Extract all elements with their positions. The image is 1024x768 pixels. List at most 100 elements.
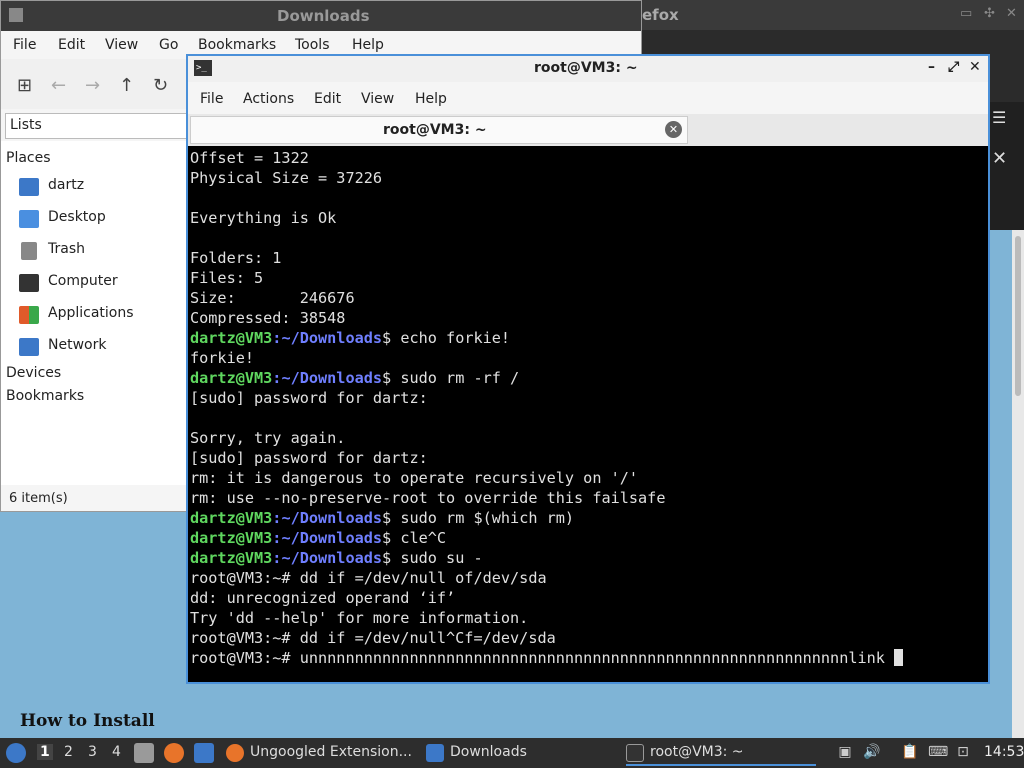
tab-terminal[interactable]: root@VM3: ~ ✕ (190, 116, 688, 144)
close-icon[interactable]: ✕ (1006, 6, 1017, 21)
task-downloads[interactable]: Downloads (426, 740, 616, 766)
output-text: Sorry, try again. (190, 429, 346, 447)
screenshot-icon[interactable]: ▣ (836, 744, 854, 762)
output-text: forkie! (190, 349, 255, 367)
task-label: Downloads (450, 744, 527, 760)
sidebar-item-label: dartz (48, 177, 85, 193)
sidebar-item-applications[interactable]: Applications (19, 304, 189, 328)
task-label: root@VM3: ~ (650, 744, 744, 760)
menu-view[interactable]: View (105, 37, 138, 53)
menu-tools[interactable]: Tools (295, 37, 330, 53)
workspace-1[interactable]: 1 (37, 744, 53, 760)
terminal-line: Folders: 1 (190, 248, 903, 268)
desktop-launcher-icon[interactable] (194, 743, 214, 763)
firefox-titlebar[interactable]: ▭ ✣ ✕ efox ▭ ✣ ✕ (580, 0, 1024, 30)
prompt-user: dartz@VM3 (190, 369, 273, 387)
tab-label: root@VM3: ~ (383, 122, 487, 138)
close-icon[interactable]: ✕ (969, 59, 981, 75)
minimize-icon[interactable]: ▭ (960, 6, 972, 21)
workspace-3[interactable]: 3 (88, 744, 97, 760)
task-firefox[interactable]: Ungoogled Extension... (226, 740, 416, 766)
file-manager-sidebar: Places dartz Desktop Trash Computer Appl… (1, 141, 191, 485)
terminal-line (190, 228, 903, 248)
sidebar-item-home[interactable]: dartz (19, 176, 189, 200)
menu-view[interactable]: View (361, 91, 394, 107)
terminal-window[interactable]: >_ root@VM3: ~ – ⤢ ✕ File Actions Edit V… (186, 54, 990, 684)
prompt-user: dartz@VM3 (190, 509, 273, 527)
prompt-symbol: $ (382, 329, 392, 347)
menu-file[interactable]: File (200, 91, 223, 107)
menu-file[interactable]: File (13, 37, 36, 53)
task-terminal[interactable]: root@VM3: ~ (626, 740, 816, 766)
clock[interactable]: 14:53 (984, 744, 1024, 760)
file-manager-launcher-icon[interactable] (134, 743, 154, 763)
output-text: rm: use --no-preserve-root to override t… (190, 489, 666, 507)
menu-go[interactable]: Go (159, 37, 178, 53)
menu-edit[interactable]: Edit (58, 37, 85, 53)
sidebar-item-desktop[interactable]: Desktop (19, 208, 189, 232)
menu-bookmarks[interactable]: Bookmarks (198, 37, 276, 53)
sidebar-item-computer[interactable]: Computer (19, 272, 189, 296)
scrollbar-thumb[interactable] (1015, 236, 1021, 396)
terminal-line: forkie! (190, 348, 903, 368)
network-status-icon[interactable]: ⊡ (954, 744, 972, 762)
file-manager-title: Downloads (277, 7, 370, 25)
terminal-line (190, 188, 903, 208)
output-text: Files: 5 (190, 269, 264, 287)
menu-help[interactable]: Help (352, 37, 384, 53)
forward-icon[interactable]: → (85, 75, 100, 96)
new-tab-icon[interactable]: ⊞ (17, 75, 32, 96)
prompt-symbol: $ (382, 369, 392, 387)
output-text: root@VM3:~# dd if =/dev/null^Cf=/dev/sda (190, 629, 556, 647)
output-text: Compressed: 38548 (190, 309, 346, 327)
output-text: [sudo] password for dartz: (190, 449, 428, 467)
start-menu-icon[interactable] (6, 743, 26, 763)
terminal-line: dartz@VM3:~/Downloads$ echo forkie! (190, 328, 903, 348)
maximize-icon[interactable]: ⤢ (948, 59, 959, 75)
sidebar-item-label: Trash (48, 241, 85, 257)
menu-help[interactable]: Help (415, 91, 447, 107)
hamburger-icon[interactable]: ☰ (992, 108, 1006, 127)
terminal-titlebar[interactable]: >_ root@VM3: ~ – ⤢ ✕ (188, 56, 988, 82)
firefox-launcher-icon[interactable] (164, 743, 184, 763)
command-text: cle^C (391, 529, 447, 547)
terminal-line: dartz@VM3:~/Downloads$ cle^C (190, 528, 903, 548)
terminal-icon: >_ (194, 60, 212, 76)
menu-actions[interactable]: Actions (243, 91, 294, 107)
minimize-icon[interactable]: – (928, 59, 935, 75)
terminal-output[interactable]: Offset = 1322 Physical Size = 37226 Every… (190, 148, 986, 682)
terminal-line: [sudo] password for dartz: (190, 448, 903, 468)
output-text: Everything is Ok (190, 209, 337, 227)
workspace-4[interactable]: 4 (112, 744, 121, 760)
back-icon[interactable]: ← (51, 75, 66, 96)
close-tab-icon[interactable]: ✕ (665, 121, 682, 138)
bookmarks-heading[interactable]: Bookmarks (6, 388, 84, 404)
keyboard-icon[interactable]: ⌨ (928, 744, 948, 762)
output-text: [sudo] password for dartz: (190, 389, 428, 407)
command-text: sudo rm $(which rm) (391, 509, 575, 527)
terminal-title: root@VM3: ~ (534, 60, 638, 76)
output-text: Size: 246676 (190, 289, 355, 307)
clipboard-icon[interactable]: 📋 (901, 744, 919, 762)
reload-icon[interactable]: ↻ (153, 75, 168, 96)
volume-icon[interactable]: 🔊 (863, 744, 881, 762)
prompt-user: dartz@VM3 (190, 529, 273, 547)
file-manager-titlebar[interactable]: Downloads (1, 1, 641, 31)
places-heading[interactable]: Places (6, 150, 51, 166)
web-page-heading: How to Install (20, 711, 155, 731)
terminal-icon (626, 744, 644, 762)
maximize-icon[interactable]: ✣ (984, 6, 995, 21)
sidebar-item-trash[interactable]: Trash (19, 240, 189, 264)
devices-heading[interactable]: Devices (6, 365, 61, 381)
terminal-menubar: File Actions Edit View Help (188, 82, 988, 114)
terminal-line: root@VM3:~# dd if =/dev/null^Cf=/dev/sda (190, 628, 903, 648)
menu-edit[interactable]: Edit (314, 91, 341, 107)
sidebar-item-network[interactable]: Network (19, 336, 189, 360)
side-pane-selector[interactable]: Lists (5, 113, 189, 139)
up-icon[interactable]: ↑ (119, 75, 134, 96)
taskbar: 1 2 3 4 Ungoogled Extension... Downloads… (0, 738, 1024, 768)
scrollbar[interactable] (1012, 230, 1024, 738)
output-text: rm: it is dangerous to operate recursive… (190, 469, 639, 487)
workspace-2[interactable]: 2 (64, 744, 73, 760)
close-icon[interactable]: ✕ (992, 148, 1007, 169)
